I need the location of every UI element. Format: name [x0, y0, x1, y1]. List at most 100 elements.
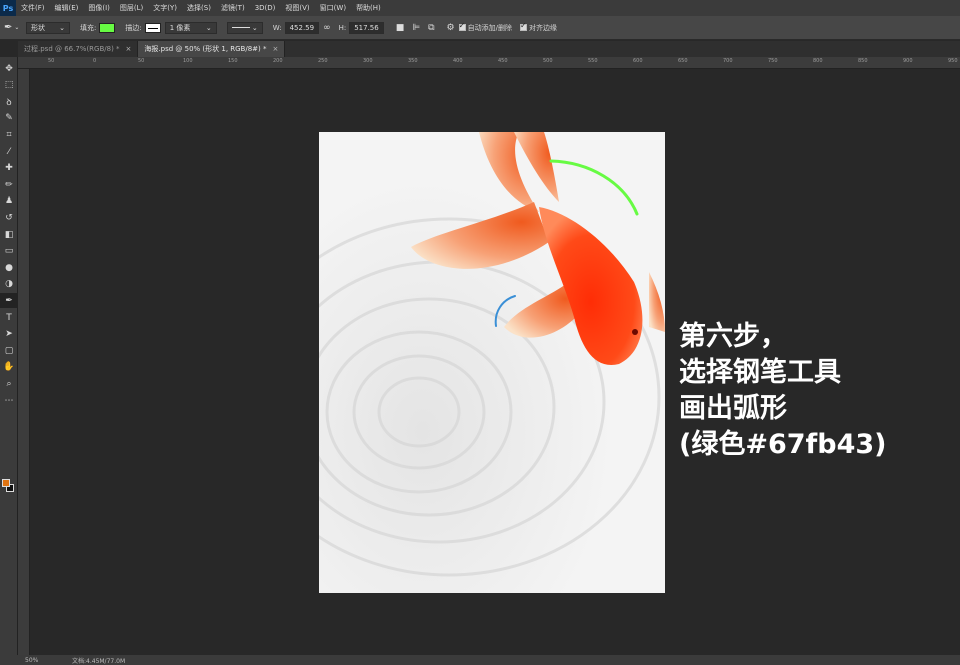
gradient-icon[interactable]: ▭ — [0, 244, 18, 259]
path-select-icon[interactable]: ➤ — [0, 327, 18, 342]
photoshop-logo: Ps — [0, 0, 16, 16]
menu-image[interactable]: 图像(I) — [83, 3, 115, 13]
tutorial-caption: 第六步， 选择钢笔工具 画出弧形 (绿色#67fb43) — [679, 319, 939, 463]
align-edges-label: 对齐边缘 — [528, 23, 557, 32]
link-icon[interactable]: ∞ — [323, 23, 331, 33]
tab-label: 海报.psd @ 50% (形状 1, RGB/8#) * — [144, 45, 267, 53]
history-brush-icon[interactable]: ↺ — [0, 210, 18, 225]
ruler-tick-label: 700 — [723, 58, 733, 64]
crop-icon[interactable]: ⌗ — [0, 127, 18, 142]
menu-filter[interactable]: 滤镜(T) — [216, 3, 250, 13]
settings-gear-icon[interactable]: ⚙ — [447, 23, 455, 33]
zoom-icon[interactable]: ⌕ — [0, 376, 18, 391]
ruler-tick-label: 850 — [858, 58, 868, 64]
close-icon[interactable]: × — [126, 45, 132, 53]
poster-artwork — [319, 132, 665, 593]
ruler-tick-label: 900 — [903, 58, 913, 64]
menu-window[interactable]: 窗口(W) — [315, 3, 351, 13]
tab-label: 过程.psd @ 66.7%(RGB/8) * — [24, 45, 120, 53]
quick-select-icon[interactable]: ✎ — [0, 111, 18, 126]
stamp-icon[interactable]: ♟ — [0, 194, 18, 209]
vertical-ruler[interactable] — [18, 69, 30, 655]
menu-file[interactable]: 文件(F) — [16, 3, 50, 13]
ruler-tick-label: 250 — [318, 58, 328, 64]
menu-view[interactable]: 视图(V) — [280, 3, 314, 13]
ruler-tick-label: 650 — [678, 58, 688, 64]
tools-panel: ✥ ⬚ ꝺ ✎ ⌗ ⁄ ✚ ✏ ♟ ↺ ◧ ▭ ● ◑ ✒ T ➤ ▢ ✋ ⌕ ⋯ — [0, 57, 18, 655]
auto-add-delete-label: 自动添加/删除 — [467, 23, 512, 32]
menu-help[interactable]: 帮助(H) — [351, 3, 386, 13]
stroke-color-swatch[interactable] — [144, 22, 161, 33]
ruler-tick-label: 750 — [768, 58, 778, 64]
tab-process-psd[interactable]: 过程.psd @ 66.7%(RGB/8) * × — [18, 41, 139, 57]
height-label: H: — [338, 23, 347, 32]
type-icon[interactable]: T — [0, 310, 18, 325]
ruler-tick-label: 950 — [948, 58, 958, 64]
stroke-label: 描边: — [125, 23, 142, 32]
blur-icon[interactable]: ● — [0, 260, 18, 275]
eraser-icon[interactable]: ◧ — [0, 227, 18, 242]
menu-bar: Ps 文件(F) 编辑(E) 图像(I) 图层(L) 文字(Y) 选择(S) 滤… — [0, 0, 960, 16]
stroke-width-value: 1 像素 — [169, 23, 191, 32]
path-operations-icon[interactable]: ■ — [396, 23, 405, 33]
tab-poster-psd[interactable]: 海报.psd @ 50% (形状 1, RGB/8#) * × — [138, 41, 286, 57]
ruler-tick-label: 50 — [48, 58, 55, 64]
zoom-level[interactable]: 50% — [0, 657, 72, 664]
path-arrangement-icon[interactable]: ⧉ — [428, 23, 434, 33]
ruler-tick-label: 800 — [813, 58, 823, 64]
align-edges-checkbox[interactable] — [519, 21, 527, 31]
healing-icon[interactable]: ✚ — [0, 161, 18, 176]
caption-line-1: 第六步， — [679, 321, 787, 352]
menu-layer[interactable]: 图层(L) — [115, 3, 148, 13]
height-input[interactable]: 517.56 — [349, 21, 384, 34]
ruler-tick-label: 0 — [93, 58, 97, 64]
dodge-icon[interactable]: ◑ — [0, 277, 18, 292]
ruler-tick-label: 100 — [183, 58, 193, 64]
close-icon[interactable]: × — [273, 45, 279, 53]
fill-color-swatch[interactable] — [99, 22, 116, 33]
marquee-icon[interactable]: ⬚ — [0, 78, 18, 93]
move-icon[interactable]: ✥ — [0, 61, 18, 76]
document-tabs: 过程.psd @ 66.7%(RGB/8) * × 海报.psd @ 50% (… — [18, 41, 960, 57]
foreground-color-swatch[interactable] — [2, 479, 10, 487]
caption-line-2: 选择钢笔工具 — [679, 357, 841, 388]
shape-icon[interactable]: ▢ — [0, 343, 18, 358]
ruler-tick-label: 450 — [498, 58, 508, 64]
width-input[interactable]: 452.59 — [284, 21, 320, 34]
ruler-tick-label: 500 — [543, 58, 553, 64]
menu-3d[interactable]: 3D(D) — [250, 4, 281, 12]
tool-mode-value: 形状 — [31, 23, 45, 32]
horizontal-ruler[interactable]: 50 0 50 100 150 200 250 300 350 400 450 500 550 600 65… — [18, 57, 960, 69]
brush-icon[interactable]: ✏ — [0, 177, 18, 192]
auto-add-delete-checkbox[interactable] — [458, 21, 466, 31]
ruler-tick-label: 550 — [588, 58, 598, 64]
ruler-tick-label: 150 — [228, 58, 238, 64]
ruler-tick-label: 350 — [408, 58, 418, 64]
caption-line-3: 画出弧形 — [679, 393, 787, 424]
menu-select[interactable]: 选择(S) — [182, 3, 216, 13]
status-bar: 50% 文档:4.45M/77.0M — [0, 655, 960, 665]
ruler-tick-label: 600 — [633, 58, 643, 64]
hand-icon[interactable]: ✋ — [0, 360, 18, 375]
menu-edit[interactable]: 编辑(E) — [50, 3, 84, 13]
tool-mode-select[interactable]: 形状 ⌄ — [26, 21, 70, 34]
document-canvas[interactable] — [319, 132, 665, 593]
menu-type[interactable]: 文字(Y) — [148, 3, 182, 13]
fill-label: 填充: — [80, 23, 97, 32]
lasso-icon[interactable]: ꝺ — [0, 94, 18, 109]
document-size: 文档:4.45M/77.0M — [72, 657, 126, 665]
more-icon[interactable]: ⋯ — [0, 393, 18, 408]
ruler-tick-label: 200 — [273, 58, 283, 64]
pen-icon[interactable]: ✒ — [0, 293, 18, 309]
options-bar: ✒ ⌄ 形状 ⌄ 填充: 描边: 1 像素 ⌄ ⌄ W: 452.59 ∞ H: 51… — [0, 16, 960, 40]
caption-line-4: (绿色#67fb43) — [679, 429, 887, 460]
stroke-width-select[interactable]: 1 像素 ⌄ — [164, 21, 217, 34]
ruler-tick-label: 300 — [363, 58, 373, 64]
width-label: W: — [272, 23, 282, 32]
ruler-tick-label: 50 — [138, 58, 145, 64]
stroke-type-select[interactable]: ⌄ — [226, 21, 263, 34]
pen-tool-preset-icon[interactable]: ✒ ⌄ — [4, 22, 26, 33]
path-alignment-icon[interactable]: ⊫ — [412, 23, 420, 33]
eyedropper-icon[interactable]: ⁄ — [0, 144, 18, 159]
ruler-tick-label: 400 — [453, 58, 463, 64]
